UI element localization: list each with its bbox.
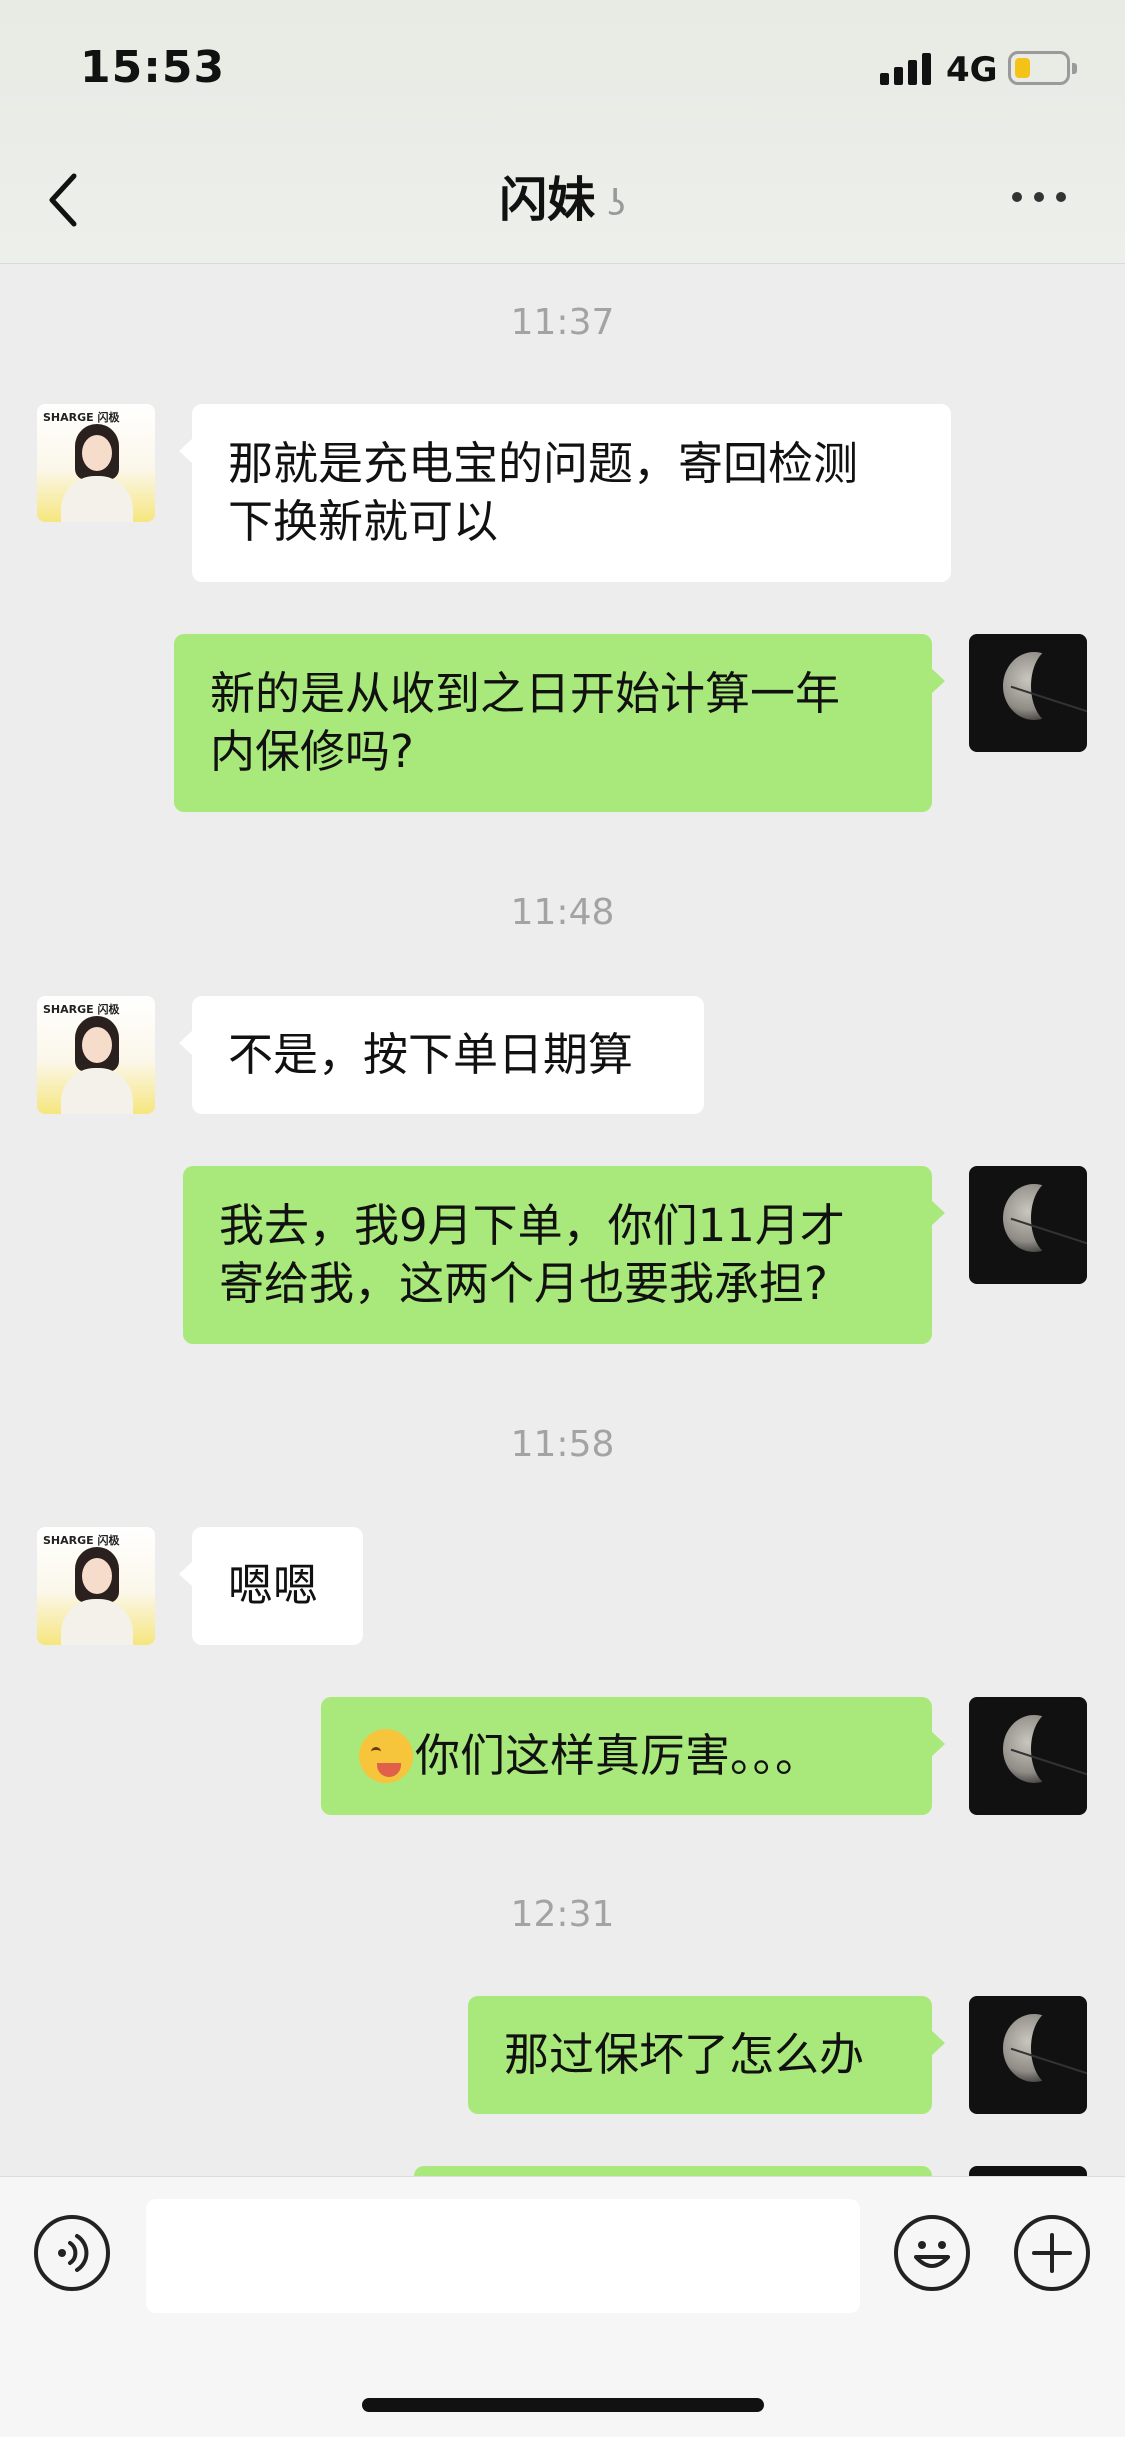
- message-input[interactable]: [146, 2199, 860, 2313]
- contact-avatar[interactable]: SHARGE 闪极: [37, 404, 155, 522]
- network-type: 4G: [946, 50, 998, 90]
- home-indicator[interactable]: [362, 2398, 764, 2412]
- avatar-brand-text: SHARGE 闪极: [43, 411, 120, 424]
- signal-icon: [880, 53, 932, 85]
- battery-icon: [1008, 51, 1077, 85]
- my-avatar[interactable]: [969, 1166, 1087, 1284]
- message-text: 嗯嗯: [228, 1559, 319, 1612]
- message-bubble-sent[interactable]: 那过保坏了怎么办: [468, 1996, 945, 2114]
- message-text: 那过保坏了怎么办: [504, 2028, 865, 2081]
- contact-avatar[interactable]: SHARGE 闪极: [37, 996, 155, 1114]
- thinking-face-emoji-icon: [359, 1729, 413, 1783]
- message-bubble-received[interactable]: 不是，按下单日期算: [179, 996, 704, 1114]
- plus-icon: [1032, 2233, 1072, 2273]
- ear-icon: ʖ: [607, 182, 626, 224]
- timestamp: 12:31: [510, 1894, 615, 1935]
- my-avatar-partial[interactable]: [969, 2166, 1087, 2176]
- message-bubble-sent[interactable]: 新的是从收到之日开始计算一年 内保修吗?: [174, 634, 945, 812]
- contact-avatar[interactable]: SHARGE 闪极: [37, 1527, 155, 1645]
- top-bar: 15:53 4G 闪妹 ʖ: [0, 0, 1125, 264]
- plus-button[interactable]: [1014, 2215, 1090, 2291]
- timestamp: 11:58: [510, 1424, 615, 1465]
- my-avatar[interactable]: [969, 634, 1087, 752]
- status-time: 15:53: [80, 42, 226, 93]
- battery-level: [1015, 58, 1030, 78]
- message-text: 你们这样真厉害。。。: [415, 1729, 821, 1782]
- message-bubble-sent-partial[interactable]: [414, 2166, 932, 2176]
- smiley-icon: [914, 2241, 950, 2268]
- message-text: 我去，我9月下单，你们11月才 寄给我，这两个月也要我承担?: [219, 1199, 845, 1310]
- message-bubble-sent[interactable]: 我去，我9月下单，你们11月才 寄给我，这两个月也要我承担?: [183, 1166, 945, 1344]
- timestamp: 11:48: [510, 892, 615, 933]
- voice-icon: [58, 2234, 89, 2272]
- my-avatar[interactable]: [969, 1996, 1087, 2114]
- timestamp: 11:37: [510, 302, 615, 343]
- avatar-brand-text: SHARGE 闪极: [43, 1534, 120, 1547]
- message-bubble-received[interactable]: 那就是充电宝的问题，寄回检测 下换新就可以: [179, 404, 951, 582]
- message-text: 不是，按下单日期算: [228, 1028, 634, 1081]
- message-text: 那就是充电宝的问题，寄回检测 下换新就可以: [228, 437, 859, 548]
- chat-message-list[interactable]: 11:37 SHARGE 闪极 那就是充电宝的问题，寄回检测 下换新就可以 新的…: [0, 264, 1125, 2176]
- message-bubble-sent[interactable]: 你们这样真厉害。。。: [321, 1697, 945, 1815]
- voice-input-button[interactable]: [34, 2215, 110, 2291]
- chat-title: 闪妹 ʖ: [0, 160, 1125, 230]
- my-avatar[interactable]: [969, 1697, 1087, 1815]
- message-bubble-received[interactable]: 嗯嗯: [179, 1527, 363, 1645]
- chat-title-text: 闪妹: [499, 172, 596, 228]
- message-text: 新的是从收到之日开始计算一年 内保修吗?: [210, 667, 841, 778]
- more-options-icon[interactable]: [1012, 186, 1072, 206]
- avatar-brand-text: SHARGE 闪极: [43, 1003, 120, 1016]
- emoji-button[interactable]: [894, 2215, 970, 2291]
